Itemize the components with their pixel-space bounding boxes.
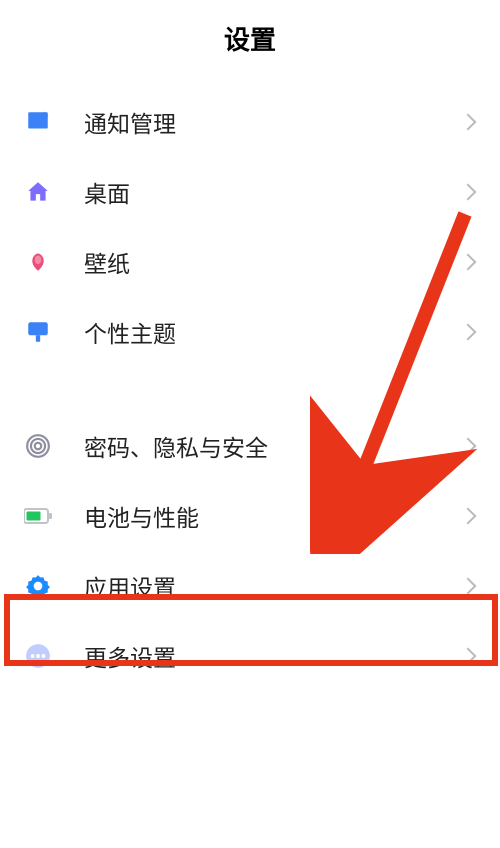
fingerprint-icon [24,432,52,460]
wallpaper-icon [24,248,52,276]
settings-item-wallpaper[interactable]: 壁纸 [0,227,500,297]
chevron-right-icon [464,649,478,663]
battery-icon [24,502,52,530]
chevron-right-icon [464,115,478,129]
more-icon [24,642,52,670]
settings-item-battery[interactable]: 电池与性能 [0,481,500,551]
chevron-right-icon [464,185,478,199]
page-title: 设置 [0,20,500,57]
theme-icon [24,318,52,346]
settings-item-label: 电池与性能 [84,499,464,533]
chevron-right-icon [464,255,478,269]
settings-item-label: 个性主题 [84,315,464,349]
chevron-right-icon [464,579,478,593]
chevron-right-icon [464,509,478,523]
settings-item-label: 密码、隐私与安全 [84,429,464,463]
settings-item-theme[interactable]: 个性主题 [0,297,500,367]
settings-item-desktop[interactable]: 桌面 [0,157,500,227]
settings-item-label: 更多设置 [84,639,464,673]
settings-item-notifications[interactable]: 通知管理 [0,87,500,157]
settings-item-label: 应用设置 [84,569,464,603]
home-icon [24,178,52,206]
settings-item-label: 通知管理 [84,105,464,139]
settings-item-apps[interactable]: 应用设置 [0,551,500,621]
settings-item-label: 桌面 [84,175,464,209]
settings-item-label: 壁纸 [84,245,464,279]
settings-item-privacy[interactable]: 密码、隐私与安全 [0,411,500,481]
settings-list: 通知管理 桌面 壁纸 个性主题 [0,87,500,691]
apps-gear-icon [24,572,52,600]
settings-item-more[interactable]: 更多设置 [0,621,500,691]
notification-icon [24,108,52,136]
chevron-right-icon [464,325,478,339]
chevron-right-icon [464,439,478,453]
group-separator [0,367,500,411]
page-header: 设置 [0,0,500,87]
